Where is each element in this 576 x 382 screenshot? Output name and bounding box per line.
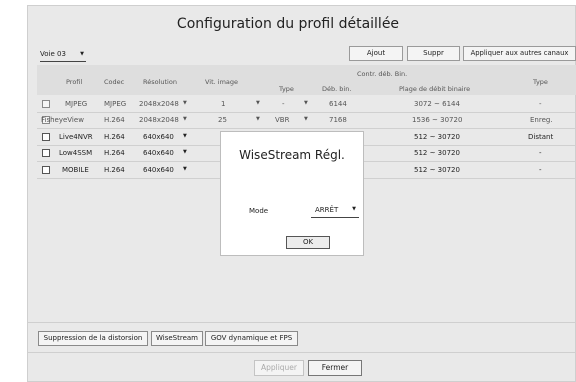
checkbox-icon[interactable] [42,166,50,174]
cell-codec: H.264 [104,149,125,157]
table-row[interactable]: MJPEG MJPEG 2048x2048 ▼ 1 ▼ - ▼ 6144 307… [37,97,576,113]
chevron-down-icon: ▼ [183,166,187,172]
cell-profile: MOBILE [62,166,89,174]
wisestream-dialog: WiseStream Régl. Mode ARRÊT ▼ OK [220,131,364,256]
table-header: Profil Codec Résolution Vit. image Contr… [37,65,576,95]
cell-type[interactable]: VBR [275,116,289,124]
dewarp-button[interactable]: Suppression de la distorsion [38,331,148,346]
cell-codec: H.264 [104,166,125,174]
channel-select[interactable]: Voie 03 ▼ [40,48,86,62]
cell-profile-type: Distant [528,133,554,141]
cell-profile: Live4NVR [59,133,93,141]
cell-frame-rate[interactable]: 25 [218,116,227,124]
checkbox-icon[interactable] [42,100,50,108]
cell-frame-rate[interactable]: 1 [221,100,225,108]
cell-bitrate-range: 512 ~ 30720 [414,133,460,141]
checkbox-icon[interactable] [42,133,50,141]
cell-bitrate-range: 1536 ~ 30720 [412,116,463,124]
header-type: Type [279,85,294,93]
header-profile: Profil [66,78,83,86]
delete-button[interactable]: Suppr [407,46,460,61]
cell-profile-type: - [539,166,542,174]
cell-type[interactable]: - [282,100,285,108]
cell-bitrate[interactable]: 7168 [329,116,347,124]
cell-bitrate-range: 512 ~ 30720 [414,149,460,157]
header-bitrate: Déb. bin. [322,85,352,93]
close-button[interactable]: Fermer [308,360,362,376]
cell-profile: MJPEG [65,100,88,108]
cell-profile: FisheyeView [41,116,84,124]
header-profile-type: Type [533,78,548,86]
chevron-down-icon: ▼ [304,100,308,106]
divider [27,322,576,323]
apply-other-channels-button[interactable]: Appliquer aux autres canaux [463,46,576,61]
cell-resolution[interactable]: 2048x2048 [139,100,179,108]
header-frame-rate: Vit. image [205,78,239,86]
chevron-down-icon: ▼ [352,206,356,212]
mode-select-value: ARRÊT [315,206,339,214]
cell-bitrate[interactable]: 6144 [329,100,347,108]
header-bitrate-range: Plage de débit binaire [399,85,471,93]
cell-bitrate-range: 512 ~ 30720 [414,166,460,174]
chevron-down-icon: ▼ [304,116,308,122]
page-title: Configuration du profil détaillée [176,16,400,32]
divider [27,352,576,353]
cell-resolution[interactable]: 640x640 [143,149,174,157]
cell-profile: Low4SSM [59,149,93,157]
cell-codec: MJPEG [104,100,127,108]
dialog-title: WiseStream Régl. [239,148,345,162]
dynamic-gov-fps-button[interactable]: GOV dynamique et FPS [205,331,298,346]
add-button[interactable]: Ajout [349,46,403,61]
cell-profile-type: - [539,100,542,108]
wisestream-button[interactable]: WiseStream [151,331,203,346]
cell-codec: H.264 [104,116,125,124]
ok-button[interactable]: OK [286,236,330,249]
header-bitrate-control: Contr. déb. Bin. [357,70,408,78]
cell-resolution[interactable]: 640x640 [143,166,174,174]
chevron-down-icon: ▼ [256,100,260,106]
table-row[interactable]: FisheyeView H.264 2048x2048 ▼ 25 ▼ VBR ▼… [37,113,576,129]
chevron-down-icon: ▼ [80,51,84,57]
cell-profile-type: Enreg. [530,116,553,124]
mode-label: Mode [249,207,269,215]
channel-select-value: Voie 03 [40,50,66,58]
header-resolution: Résolution [143,78,177,86]
cell-codec: H.264 [104,133,125,141]
chevron-down-icon: ▼ [256,116,260,122]
chevron-down-icon: ▼ [183,149,187,155]
cell-resolution[interactable]: 2048x2048 [139,116,179,124]
chevron-down-icon: ▼ [183,100,187,106]
mode-select[interactable]: ARRÊT ▼ [311,204,359,218]
cell-profile-type: - [539,149,542,157]
cell-bitrate-range: 3072 ~ 6144 [414,100,460,108]
header-codec: Codec [104,78,125,86]
chevron-down-icon: ▼ [183,133,187,139]
cell-resolution[interactable]: 640x640 [143,133,174,141]
chevron-down-icon: ▼ [183,116,187,122]
checkbox-icon[interactable] [42,149,50,157]
apply-button[interactable]: Appliquer [254,360,304,376]
